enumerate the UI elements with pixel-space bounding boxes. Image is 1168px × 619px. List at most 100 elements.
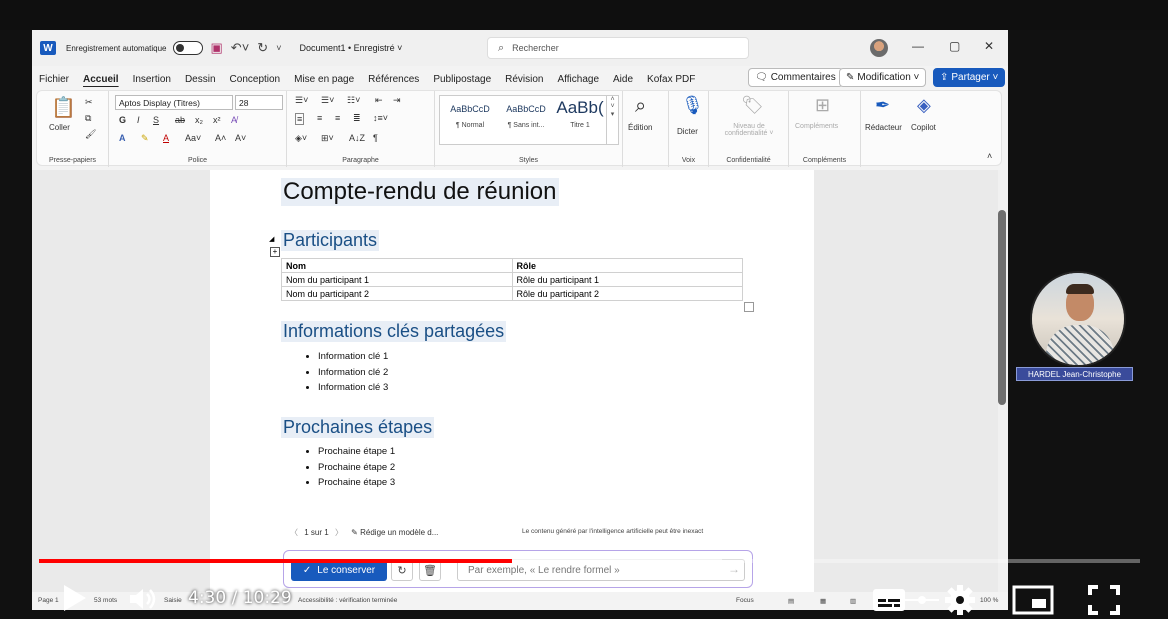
line-spacing-icon[interactable]: ↕≡˅ <box>373 113 388 123</box>
subscript-icon[interactable]: x₂ <box>195 115 203 125</box>
align-center-icon[interactable]: ≡ <box>317 113 322 123</box>
paste-icon[interactable]: 📋 <box>51 95 76 120</box>
tab-conception[interactable]: Conception <box>223 74 288 85</box>
prev-icon[interactable]: 〈 <box>290 528 298 537</box>
list-item[interactable]: Information clé 2 <box>318 367 388 383</box>
shrink-font-icon[interactable]: A˅ <box>235 133 246 143</box>
shading-icon[interactable]: ◈˅ <box>295 133 307 144</box>
decrease-indent-icon[interactable]: ⇤ <box>375 95 383 106</box>
change-case-icon[interactable]: Aa˅ <box>185 133 201 143</box>
addins-label[interactable]: Compléments <box>795 123 838 130</box>
scrollbar-thumb[interactable] <box>998 210 1006 405</box>
copilot-label[interactable]: Copilot <box>911 123 936 132</box>
autoplay-toggle-icon[interactable] <box>905 590 939 610</box>
clear-format-icon[interactable]: A̸ <box>231 115 237 125</box>
font-size-select[interactable]: 28 <box>235 95 283 110</box>
sensitivity-label[interactable]: Niveau de confidentialité ˅ <box>713 123 785 137</box>
undo-icon[interactable]: ↶˅ <box>231 40 249 56</box>
collapse-ribbon-icon[interactable]: ˄ <box>987 151 992 161</box>
strikethrough-icon[interactable]: ab <box>175 115 185 125</box>
redo-icon[interactable]: ↻ <box>257 40 268 56</box>
borders-icon[interactable]: ⊞˅ <box>321 133 334 144</box>
modification-button[interactable]: ✎ Modification ˅ <box>839 68 927 87</box>
find-icon[interactable]: ⌕ <box>635 95 646 118</box>
participants-table[interactable]: Nom Rôle Nom du participant 1 Rôle du pa… <box>281 258 743 301</box>
styles-scroll[interactable]: ˄ ˅ ▾ <box>606 96 618 144</box>
list-item[interactable]: Information clé 3 <box>318 382 388 398</box>
sort-icon[interactable]: A↓Z <box>349 133 365 143</box>
volume-icon[interactable] <box>128 586 160 612</box>
tab-fichier[interactable]: Fichier <box>32 74 76 85</box>
comments-button[interactable]: 🗨 Commentaires <box>748 68 843 87</box>
minimize-icon[interactable]: — <box>912 39 924 53</box>
table-cell[interactable]: Nom du participant 2 <box>281 286 513 301</box>
tab-references[interactable]: Références <box>361 74 426 85</box>
style-normal[interactable]: AaBbCcD ¶ Normal <box>442 104 498 129</box>
table-header-cell[interactable]: Nom <box>281 258 513 273</box>
editor-label[interactable]: Rédacteur <box>865 123 902 132</box>
document-title[interactable]: Compte-rendu de réunion <box>281 178 559 206</box>
superscript-icon[interactable]: x² <box>213 115 221 125</box>
multilevel-list-icon[interactable]: ☷˅ <box>347 95 360 106</box>
paste-label[interactable]: Coller <box>49 123 70 132</box>
miniplayer-icon[interactable] <box>1012 585 1054 615</box>
microphone-icon[interactable]: 🎙 <box>681 95 704 116</box>
play-icon[interactable] <box>62 583 88 613</box>
sensitivity-icon[interactable]: 🏷 <box>741 95 764 116</box>
text-effects-icon[interactable]: A <box>119 133 126 143</box>
heading-informations[interactable]: Informations clés partagées <box>281 321 507 342</box>
table-resize-handle[interactable] <box>744 302 754 312</box>
dictate-label[interactable]: Dicter <box>677 127 698 136</box>
tab-publipostage[interactable]: Publipostage <box>426 74 498 85</box>
underline-icon[interactable]: S <box>153 115 159 125</box>
grow-font-icon[interactable]: A˄ <box>215 133 226 143</box>
list-item[interactable]: Prochaine étape 1 <box>318 446 395 462</box>
accessibility-status[interactable]: Accessibilité : vérification terminée <box>298 597 397 604</box>
customize-qat-icon[interactable]: ˅ <box>276 43 281 53</box>
web-layout-icon[interactable]: ▥ <box>850 597 856 605</box>
input-mode[interactable]: Saisie <box>164 597 182 604</box>
tab-revision[interactable]: Révision <box>498 74 550 85</box>
highlight-icon[interactable]: ✎ <box>141 133 149 144</box>
tab-kofax-pdf[interactable]: Kofax PDF <box>640 74 702 85</box>
search-box[interactable]: ⌕ Rechercher <box>487 37 749 59</box>
autosave-toggle[interactable] <box>172 41 203 55</box>
table-cell[interactable]: Nom du participant 1 <box>281 272 513 287</box>
list-item[interactable]: Prochaine étape 3 <box>318 477 395 493</box>
increase-indent-icon[interactable]: ⇥ <box>393 95 401 106</box>
table-cell[interactable]: Rôle du participant 1 <box>511 272 743 287</box>
heading-next-steps[interactable]: Prochaines étapes <box>281 417 435 438</box>
fullscreen-icon[interactable] <box>1087 584 1121 616</box>
word-count[interactable]: 53 mots <box>94 597 117 604</box>
share-button[interactable]: ⇪ Partager ˅ <box>933 68 1006 87</box>
copilot-icon[interactable]: ◈ <box>917 95 931 116</box>
tab-affichage[interactable]: Affichage <box>551 74 607 85</box>
close-icon[interactable]: ✕ <box>984 39 994 53</box>
account-avatar[interactable] <box>870 39 888 57</box>
editing-label[interactable]: Édition <box>628 123 652 132</box>
restore-icon[interactable]: ▢ <box>949 39 960 53</box>
tab-dessin[interactable]: Dessin <box>178 74 223 85</box>
numbering-icon[interactable]: ☰˅ <box>321 95 334 106</box>
style-heading-1[interactable]: AaBb( Titre 1 <box>552 98 608 129</box>
save-icon[interactable]: ▣ <box>211 40 223 56</box>
align-right-icon[interactable]: ≡ <box>335 113 340 123</box>
table-move-handle-icon[interactable]: + <box>270 247 280 257</box>
tab-mise-en-page[interactable]: Mise en page <box>287 74 361 85</box>
font-name-select[interactable]: Aptos Display (Titres) <box>115 95 233 110</box>
copy-icon[interactable]: ⧉ <box>85 113 91 124</box>
print-layout-icon[interactable]: ▦ <box>820 597 826 605</box>
font-color-icon[interactable]: A <box>163 133 169 143</box>
bullets-icon[interactable]: ☰˅ <box>295 95 308 106</box>
heading-participants[interactable]: Participants <box>281 230 380 251</box>
addins-icon[interactable]: ⊞ <box>815 95 830 116</box>
send-arrow-icon[interactable]: → <box>728 562 740 576</box>
table-header-cell[interactable]: Rôle <box>511 258 743 273</box>
document-name[interactable]: Document1 • Enregistré ˅ <box>299 43 402 53</box>
next-icon[interactable]: 〉 <box>335 528 343 537</box>
collapse-heading-icon[interactable]: ◢ <box>269 235 274 243</box>
video-player[interactable]: W Enregistrement automatique ▣ ↶˅ ↻ ˅ Do… <box>0 0 1168 619</box>
table-cell[interactable]: Rôle du participant 2 <box>511 286 743 301</box>
focus-button[interactable]: Focus <box>736 597 754 604</box>
pilcrow-icon[interactable]: ¶ <box>373 133 378 143</box>
